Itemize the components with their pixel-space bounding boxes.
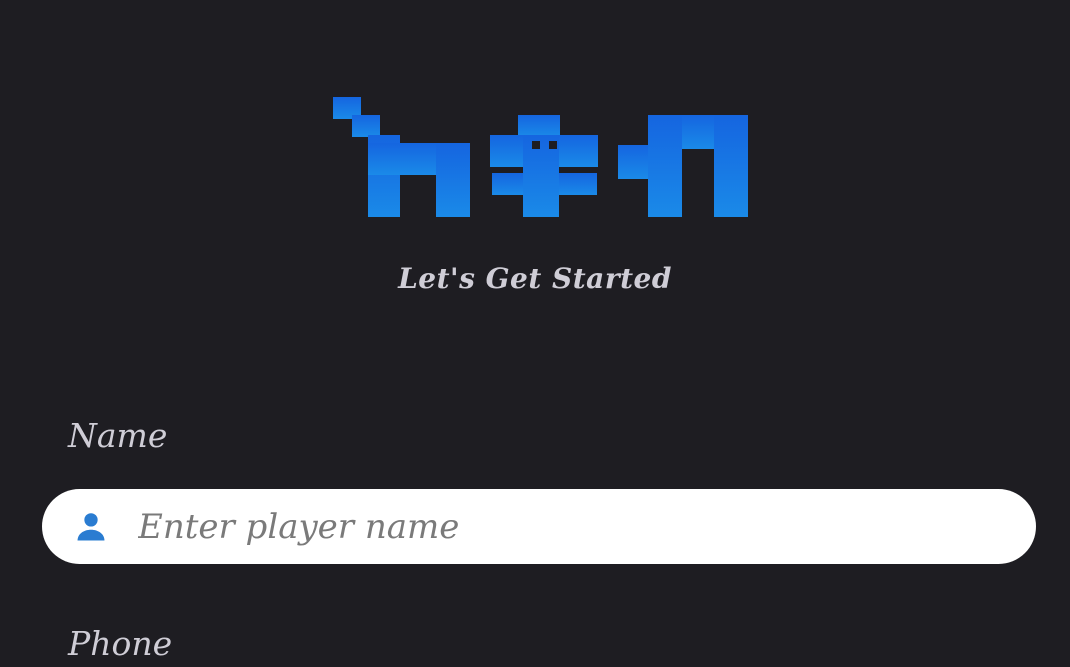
phone-label: Phone [68,624,173,663]
name-input-container[interactable] [42,489,1036,564]
app-logo [333,97,748,217]
person-icon [72,508,110,546]
tagline: Let's Get Started [398,262,672,295]
name-label: Name [68,416,168,455]
player-name-input[interactable] [138,496,1036,557]
